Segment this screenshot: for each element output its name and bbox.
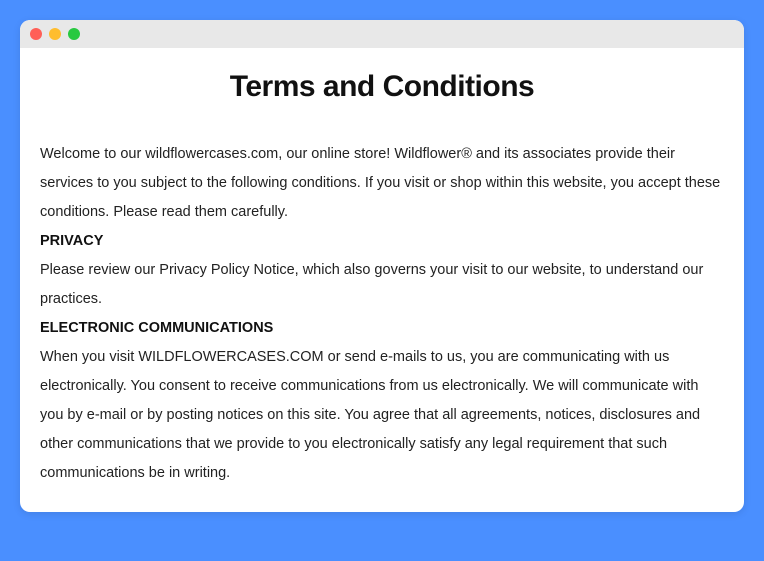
close-icon[interactable] <box>30 28 42 40</box>
section-heading-privacy: PRIVACY <box>40 227 724 256</box>
page-title: Terms and Conditions <box>40 70 724 104</box>
minimize-icon[interactable] <box>49 28 61 40</box>
app-window: Terms and Conditions Welcome to our wild… <box>20 20 744 512</box>
section-body-electronic: When you visit WILDFLOWERCASES.COM or se… <box>40 349 700 481</box>
document-content: Terms and Conditions Welcome to our wild… <box>20 48 744 512</box>
section-body-privacy: Please review our Privacy Policy Notice,… <box>40 262 703 307</box>
document-body: Welcome to our wildflowercases.com, our … <box>40 140 724 488</box>
intro-paragraph: Welcome to our wildflowercases.com, our … <box>40 146 720 220</box>
section-heading-electronic: ELECTRONIC COMMUNICATIONS <box>40 314 724 343</box>
maximize-icon[interactable] <box>68 28 80 40</box>
window-titlebar <box>20 20 744 48</box>
